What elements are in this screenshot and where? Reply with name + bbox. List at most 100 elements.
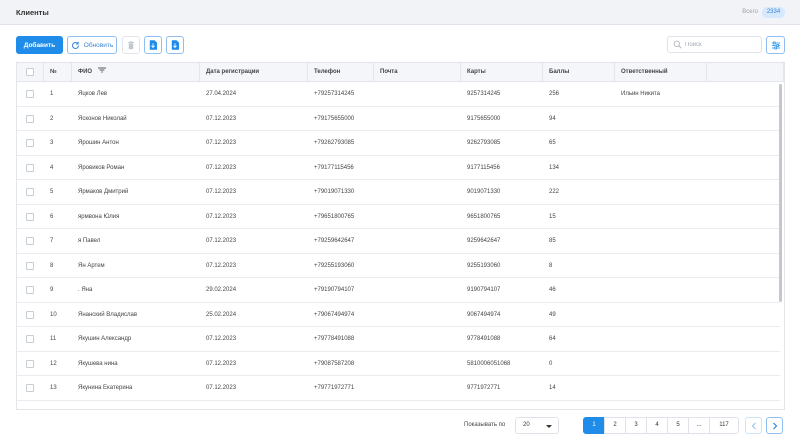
cell-points: 222 (549, 189, 560, 195)
cell-row-number: 13 (50, 385, 57, 391)
cell-card-number: 9255193060 (467, 262, 501, 269)
cell-client-name: Якушева нина (78, 360, 118, 367)
page-button-3[interactable]: 3 (625, 417, 647, 434)
cell-row-number: 8 (50, 262, 54, 269)
refresh-button-label: Обновить (83, 41, 114, 49)
table-row[interactable]: 8 Ян Артем 07.12.2023 +79255193060 925519306… (17, 254, 780, 279)
cell-client-name: Якунина Екатерина (78, 385, 133, 391)
table-row[interactable]: 12 Якушева нина 07.12.2023 +79087587208 5810… (17, 352, 780, 377)
search-box[interactable] (667, 36, 762, 53)
row-checkbox[interactable] (26, 384, 34, 392)
refresh-button[interactable]: Обновить (67, 36, 117, 54)
row-checkbox[interactable] (26, 188, 34, 196)
table-row[interactable]: 2 Ясконов Николай 07.12.2023 +79175655000 91… (17, 107, 780, 131)
table-row[interactable]: 10 Янанский Владислав 25.02.2024 +790674949… (17, 303, 780, 328)
search-input[interactable] (685, 39, 759, 51)
row-checkbox[interactable] (26, 90, 34, 98)
column-header-name[interactable]: ФИО (72, 63, 200, 82)
cell-registration-date: 07.12.2023 (206, 360, 237, 367)
table-row[interactable]: 7 я Павел 07.12.2023 +79259642647 9259642647… (17, 229, 780, 254)
table-row[interactable]: 6 ярмвона Юлия 07.12.2023 +79651800765 96518… (17, 205, 780, 229)
row-checkbox[interactable] (26, 286, 34, 294)
clients-table: № ФИО Дата регистрации Телефон Почта Кар… (16, 62, 785, 410)
cell-row-number: 6 (50, 213, 54, 220)
caret-down-icon (546, 425, 552, 428)
page-button-5[interactable]: 5 (667, 417, 689, 434)
cell-manager: Ильин Никита (621, 91, 660, 97)
cell-client-name: Ярошин Антон (78, 140, 119, 146)
page-button-1[interactable]: 1 (583, 417, 605, 434)
row-select-cell (17, 376, 44, 401)
page-button-last[interactable]: 117 (709, 417, 739, 434)
cell-points: 0 (549, 360, 553, 367)
cell-registration-date: 07.12.2023 (206, 385, 237, 391)
row-checkbox[interactable] (26, 237, 34, 245)
row-select-cell (17, 131, 44, 156)
row-checkbox[interactable] (26, 261, 34, 270)
table-row[interactable]: 5 Ярмаков Дмитрий 07.12.2023 +79019071330 90… (17, 180, 780, 205)
per-page-select[interactable]: 20 (515, 417, 559, 434)
cell-row-number: 4 (50, 164, 54, 171)
header-select-cell (17, 63, 44, 82)
export-button[interactable] (144, 36, 162, 54)
cell-client-name: я Павел (78, 238, 101, 244)
cell-phone: +79177115456 (314, 164, 354, 171)
row-checkbox[interactable] (26, 163, 34, 172)
filter-icon[interactable] (97, 67, 106, 73)
cell-registration-date: 27.04.2024 (206, 91, 237, 97)
cell-registration-date: 29.02.2024 (206, 287, 237, 293)
table-row[interactable]: 11 Якушин Александр 07.12.2023 +79778491088… (17, 327, 780, 352)
export-file-icon (149, 40, 157, 50)
delete-button[interactable] (122, 36, 140, 54)
next-page-button[interactable] (766, 417, 783, 434)
cell-phone: +79778491088 (314, 336, 355, 342)
cell-client-name: Янанский Владислав (78, 311, 138, 318)
row-checkbox[interactable] (26, 139, 34, 147)
cell-manager (615, 254, 707, 279)
select-all-checkbox[interactable] (26, 68, 34, 76)
row-checkbox[interactable] (26, 335, 34, 343)
column-settings-button[interactable] (766, 36, 785, 54)
cell-email (374, 278, 461, 303)
cell-card-number: 9262793085 (467, 140, 501, 146)
cell-client-name: Якушин Александр (78, 336, 132, 342)
cell-registration-date: 07.12.2023 (206, 164, 237, 171)
cell-email (374, 376, 461, 401)
cell-phone: +79255193060 (314, 262, 355, 269)
row-select-cell (17, 82, 44, 107)
cell-manager (615, 278, 707, 303)
row-checkbox[interactable] (26, 359, 34, 368)
row-checkbox[interactable] (26, 212, 34, 221)
cell-email (374, 82, 461, 107)
cell-phone: +79262793085 (314, 140, 355, 146)
cell-points: 256 (549, 91, 560, 97)
cell-points: 64 (549, 336, 556, 342)
cell-registration-date: 25.02.2024 (206, 311, 237, 318)
cell-row-number: 9 (50, 287, 54, 293)
row-checkbox[interactable] (26, 310, 34, 319)
page-button-4[interactable]: 4 (646, 417, 668, 434)
vertical-scrollbar[interactable] (779, 84, 782, 302)
cell-row-number: 5 (50, 189, 54, 195)
row-select-cell (17, 327, 44, 352)
table-row[interactable]: 9 . Яна 29.02.2024 +79190794107 9190794107 46 (17, 278, 780, 303)
add-button[interactable]: Добавить (16, 36, 63, 54)
cell-client-name: ярмвона Юлия (78, 213, 120, 220)
column-header-email: Почта (374, 63, 461, 82)
row-select-cell (17, 352, 44, 377)
column-header-points: Баллы (543, 63, 615, 82)
export-alt-button[interactable] (166, 36, 184, 54)
row-select-cell (17, 303, 44, 328)
total-count-badge: 2334 (762, 7, 785, 18)
row-select-cell (17, 229, 44, 254)
cell-email (374, 327, 461, 352)
table-row[interactable]: 4 Яровиков Роман 07.12.2023 +79177115456 917… (17, 156, 780, 180)
table-row[interactable]: 3 Ярошин Антон 07.12.2023 +79262793085 92627… (17, 131, 780, 156)
page-ellipsis[interactable]: ... (688, 417, 710, 434)
table-row[interactable]: 1 Яцков Лев 27.04.2024 +79257314245 92573142… (17, 82, 780, 107)
cell-card-number: 9771972771 (467, 385, 501, 391)
table-row[interactable]: 13 Якунина Екатерина 07.12.2023 +7977197277… (17, 376, 780, 401)
prev-page-button[interactable] (745, 417, 762, 434)
row-checkbox[interactable] (26, 114, 34, 123)
page-button-2[interactable]: 2 (604, 417, 626, 434)
